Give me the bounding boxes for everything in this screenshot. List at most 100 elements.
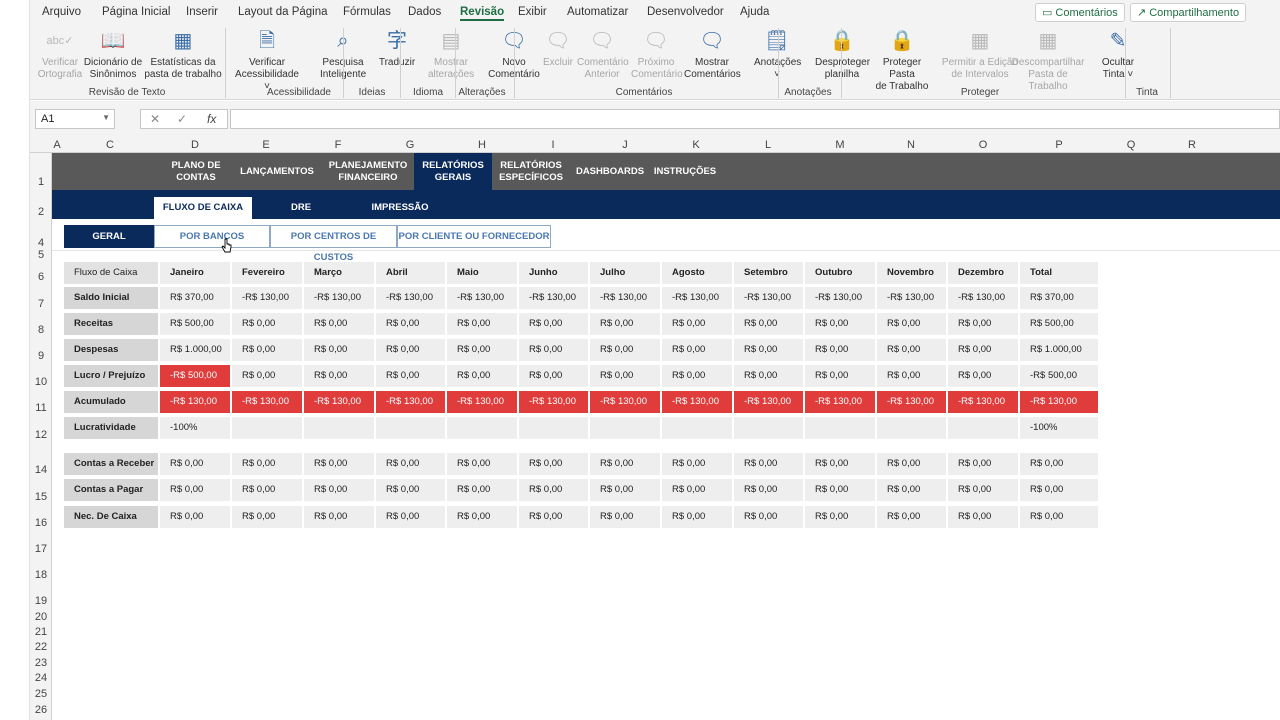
table-cell[interactable]: R$ 0,00 bbox=[376, 453, 445, 475]
row-header-20[interactable]: 20 bbox=[30, 611, 52, 623]
formula-input[interactable] bbox=[230, 109, 1280, 129]
table-cell[interactable]: R$ 0,00 bbox=[447, 313, 517, 335]
column-header-Q[interactable]: Q bbox=[1121, 139, 1141, 151]
table-cell[interactable]: R$ 370,00 bbox=[1020, 287, 1098, 309]
table-cell[interactable]: R$ 0,00 bbox=[877, 453, 946, 475]
table-cell[interactable]: -100% bbox=[1020, 417, 1098, 439]
column-header-C[interactable]: C bbox=[100, 139, 120, 151]
table-cell[interactable]: R$ 0,00 bbox=[376, 313, 445, 335]
table-cell[interactable] bbox=[805, 417, 875, 439]
table-cell[interactable]: R$ 0,00 bbox=[877, 479, 946, 501]
table-cell[interactable]: R$ 0,00 bbox=[734, 313, 803, 335]
nav-item-6[interactable]: INSTRUÇÕES bbox=[650, 153, 720, 190]
menu-tab-7[interactable]: Exibir bbox=[518, 6, 547, 18]
table-cell[interactable]: R$ 0,00 bbox=[805, 479, 875, 501]
ribbon-workbook-stats-button[interactable]: ▦ Estatísticas da pasta de trabalho bbox=[143, 28, 223, 81]
table-cell[interactable]: R$ 500,00 bbox=[1020, 313, 1098, 335]
table-cell[interactable]: R$ 0,00 bbox=[734, 506, 803, 528]
table-cell[interactable]: R$ 0,00 bbox=[662, 453, 732, 475]
chevron-down-icon[interactable]: ▼ bbox=[102, 113, 110, 122]
ribbon-thesaurus-button[interactable]: 📖 Dicionário de Sinônimos bbox=[83, 28, 143, 81]
table-cell[interactable]: R$ 0,00 bbox=[805, 506, 875, 528]
ribbon-show-comments-button[interactable]: 🗨 Mostrar Comentários bbox=[684, 28, 741, 81]
subnav-item-2[interactable]: IMPRESSÃO bbox=[350, 197, 450, 219]
table-cell[interactable]: R$ 0,00 bbox=[948, 339, 1018, 361]
table-cell[interactable]: R$ 1.000,00 bbox=[160, 339, 230, 361]
table-cell[interactable]: -R$ 130,00 bbox=[1020, 391, 1098, 413]
row-header-18[interactable]: 18 bbox=[30, 569, 52, 581]
filter-button-3[interactable]: POR CLIENTE OU FORNECEDOR bbox=[397, 225, 551, 248]
table-cell[interactable]: R$ 0,00 bbox=[447, 506, 517, 528]
column-header-M[interactable]: M bbox=[830, 139, 850, 151]
menu-tab-3[interactable]: Layout da Página bbox=[238, 6, 328, 18]
table-cell[interactable]: -R$ 130,00 bbox=[662, 391, 732, 413]
table-cell[interactable] bbox=[519, 417, 588, 439]
row-header-8[interactable]: 8 bbox=[30, 324, 52, 336]
ribbon-notes-button[interactable]: 🗒 Anotações ˅ bbox=[754, 28, 801, 81]
table-cell[interactable]: -R$ 130,00 bbox=[447, 391, 517, 413]
table-cell[interactable]: R$ 0,00 bbox=[948, 479, 1018, 501]
table-cell[interactable]: R$ 0,00 bbox=[304, 479, 374, 501]
nav-item-4[interactable]: RELATÓRIOS ESPECÍFICOS bbox=[492, 153, 570, 190]
ribbon-previous-comment-button[interactable]: 🗨 Comentário Anterior bbox=[577, 28, 629, 81]
table-cell[interactable]: R$ 0,00 bbox=[519, 339, 588, 361]
table-cell[interactable]: R$ 500,00 bbox=[160, 313, 230, 335]
row-header-19[interactable]: 19 bbox=[30, 595, 52, 607]
table-cell[interactable]: R$ 0,00 bbox=[948, 506, 1018, 528]
column-header-N[interactable]: N bbox=[901, 139, 921, 151]
table-cell[interactable]: R$ 0,00 bbox=[805, 365, 875, 387]
share-button[interactable]: ↗ Compartilhamento bbox=[1130, 3, 1247, 22]
menu-tab-8[interactable]: Automatizar bbox=[567, 6, 628, 18]
enter-icon[interactable]: ✓ bbox=[177, 112, 187, 126]
column-header-D[interactable]: D bbox=[185, 139, 205, 151]
table-cell[interactable]: R$ 0,00 bbox=[232, 506, 302, 528]
table-cell[interactable]: R$ 0,00 bbox=[662, 365, 732, 387]
table-cell[interactable]: -R$ 130,00 bbox=[376, 391, 445, 413]
table-cell[interactable]: -R$ 130,00 bbox=[734, 287, 803, 309]
table-cell[interactable]: R$ 0,00 bbox=[590, 365, 660, 387]
table-cell[interactable]: R$ 0,00 bbox=[519, 453, 588, 475]
table-cell[interactable]: R$ 0,00 bbox=[160, 453, 230, 475]
row-header-17[interactable]: 17 bbox=[30, 543, 52, 555]
table-cell[interactable] bbox=[590, 417, 660, 439]
nav-item-5[interactable]: DASHBOARDS bbox=[570, 153, 650, 190]
table-cell[interactable]: R$ 0,00 bbox=[376, 365, 445, 387]
column-header-E[interactable]: E bbox=[256, 139, 276, 151]
ribbon-next-comment-button[interactable]: 🗨 Próximo Comentário bbox=[631, 28, 683, 81]
row-header-6[interactable]: 6 bbox=[30, 271, 52, 283]
table-cell[interactable]: -R$ 130,00 bbox=[877, 391, 946, 413]
row-header-14[interactable]: 14 bbox=[30, 464, 52, 476]
table-cell[interactable]: R$ 0,00 bbox=[590, 339, 660, 361]
nav-item-0[interactable]: PLANO DE CONTAS bbox=[160, 153, 232, 190]
table-cell[interactable]: R$ 0,00 bbox=[447, 365, 517, 387]
table-cell[interactable] bbox=[948, 417, 1018, 439]
row-header-25[interactable]: 25 bbox=[30, 688, 52, 700]
ribbon-unprotect-sheet-button[interactable]: 🔒 Desproteger planilha bbox=[815, 28, 870, 81]
column-header-R[interactable]: R bbox=[1182, 139, 1202, 151]
ribbon-accessibility-button[interactable]: 🗎 Verificar Acessibilidade ˅ bbox=[231, 28, 303, 93]
column-header-L[interactable]: L bbox=[758, 139, 778, 151]
table-cell[interactable]: R$ 0,00 bbox=[447, 479, 517, 501]
table-cell[interactable]: -R$ 130,00 bbox=[447, 287, 517, 309]
table-cell[interactable]: R$ 0,00 bbox=[519, 479, 588, 501]
ribbon-translate-button[interactable]: 字 Traduzir bbox=[377, 28, 417, 69]
table-cell[interactable]: -R$ 130,00 bbox=[948, 391, 1018, 413]
table-cell[interactable]: -R$ 130,00 bbox=[160, 391, 230, 413]
table-cell[interactable]: R$ 0,00 bbox=[662, 313, 732, 335]
menu-tab-6[interactable]: Revisão bbox=[460, 6, 505, 21]
table-cell[interactable]: R$ 0,00 bbox=[519, 365, 588, 387]
table-cell[interactable]: R$ 0,00 bbox=[232, 365, 302, 387]
ribbon-show-changes-button[interactable]: ▤ Mostrar alterações bbox=[428, 28, 474, 81]
table-cell[interactable] bbox=[304, 417, 374, 439]
table-cell[interactable]: -R$ 130,00 bbox=[590, 391, 660, 413]
table-cell[interactable] bbox=[376, 417, 445, 439]
row-header-22[interactable]: 22 bbox=[30, 641, 52, 653]
nav-item-1[interactable]: LANÇAMENTOS bbox=[232, 153, 322, 190]
table-cell[interactable]: -R$ 130,00 bbox=[519, 287, 588, 309]
ribbon-spellcheck-button[interactable]: abc✓ Verificar Ortografia bbox=[35, 28, 85, 81]
table-cell[interactable]: -R$ 130,00 bbox=[232, 391, 302, 413]
name-box[interactable]: A1 ▼ bbox=[35, 109, 115, 129]
table-cell[interactable]: R$ 0,00 bbox=[1020, 479, 1098, 501]
row-header-26[interactable]: 26 bbox=[30, 704, 52, 716]
table-cell[interactable]: R$ 0,00 bbox=[447, 453, 517, 475]
